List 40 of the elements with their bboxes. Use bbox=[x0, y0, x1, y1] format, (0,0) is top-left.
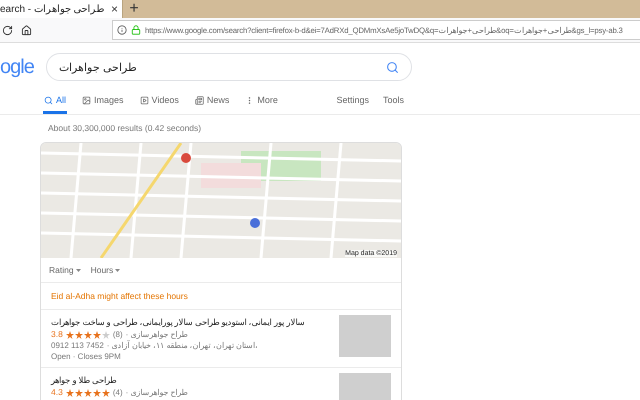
search-icon bbox=[44, 96, 53, 104]
reload-icon[interactable] bbox=[2, 24, 13, 36]
place-address: · استان تهران، تهران، منطقه ۱۱، خیابان آزادی، bbox=[106, 340, 258, 351]
holiday-notice: Eid al-Adha might affect these hours bbox=[41, 283, 401, 310]
search-tab[interactable]: All bbox=[43, 95, 68, 114]
new-tab-button[interactable]: + bbox=[123, 0, 145, 18]
place-category: · طراح جواهرسازی bbox=[126, 387, 188, 398]
image-icon bbox=[82, 96, 92, 104]
review-count: (8) bbox=[112, 329, 123, 340]
search-icon[interactable] bbox=[386, 60, 399, 74]
tool-link[interactable]: Settings bbox=[336, 95, 369, 114]
caret-icon bbox=[76, 268, 81, 272]
filter-dropdown[interactable]: Rating bbox=[49, 265, 81, 275]
rating-value: 3.8 bbox=[51, 329, 63, 340]
place-name[interactable]: سالار پور ایمانی، استودیو طراحی سالار پورایمانی، طراحی و ساخت جواهرات bbox=[51, 315, 304, 329]
close-tab-button[interactable]: × bbox=[110, 2, 118, 16]
filter-dropdown[interactable]: Hours bbox=[90, 265, 120, 275]
browser-tab[interactable]: earch - طراحی جواهرات × bbox=[0, 0, 123, 18]
lock-icon bbox=[131, 25, 141, 35]
tab-title: earch - طراحی جواهرات bbox=[0, 3, 105, 15]
search-field[interactable]: طراحی جواهرات bbox=[46, 53, 412, 81]
opening-hours: Open · Closes 9PM bbox=[51, 351, 122, 362]
info-icon[interactable] bbox=[117, 25, 127, 35]
logo[interactable]: ogle bbox=[0, 56, 34, 78]
phone-number: 0912 113 7452 bbox=[51, 340, 104, 351]
search-tab[interactable]: Videos bbox=[138, 95, 180, 114]
rating-value: 4.3 bbox=[51, 387, 63, 398]
place-category: · طراح جواهرسازی bbox=[126, 329, 188, 340]
play-icon bbox=[140, 96, 149, 104]
search-tab[interactable]: Images bbox=[81, 95, 125, 114]
photo-placeholder bbox=[339, 315, 391, 357]
review-count: (4) bbox=[112, 387, 123, 398]
tool-link[interactable]: Tools bbox=[382, 95, 404, 114]
newspaper-icon bbox=[194, 96, 204, 104]
search-tab[interactable]: More bbox=[244, 95, 279, 114]
result-stats: About 30,300,000 results (0.42 seconds) bbox=[48, 123, 202, 133]
search-tab[interactable]: News bbox=[194, 95, 230, 114]
caret-icon bbox=[115, 268, 120, 272]
home-icon[interactable] bbox=[21, 24, 32, 36]
place-name[interactable]: طراحی طلا و جواهر bbox=[51, 373, 188, 387]
